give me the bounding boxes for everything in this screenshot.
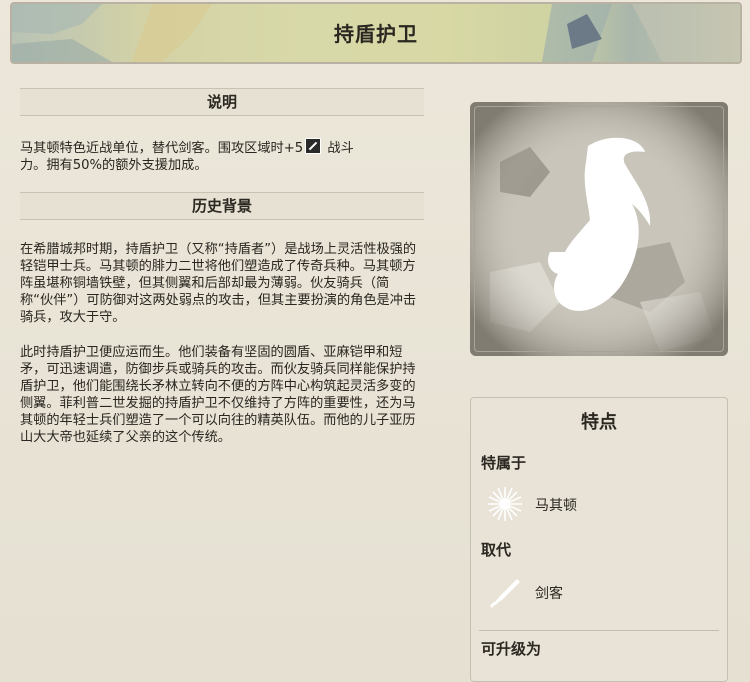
strength-icon (305, 138, 322, 154)
description-line1: 马其顿特色近战单位，替代剑客。围攻区域时+5 (20, 141, 304, 156)
traits-title: 特点 (581, 412, 617, 433)
replaces-unit-link[interactable]: 剑客 (535, 583, 563, 603)
description-line1-end: 战斗 (327, 141, 354, 156)
page-title: 持盾护卫 (334, 22, 418, 46)
swordsman-icon[interactable] (487, 575, 523, 611)
portrait-frame (474, 106, 724, 352)
replaces-label: 取代 (481, 541, 512, 559)
macedon-sun-icon[interactable] (487, 486, 523, 522)
description-heading: 说明 (20, 88, 424, 116)
history-heading: 历史背景 (20, 192, 424, 220)
upgrade-label: 可升级为 (481, 640, 542, 658)
history-paragraph-1: 在希腊城邦时期，持盾护卫（又称“持盾者”）是战场上灵活性极强的轻铠甲士兵。马其顿… (20, 242, 417, 325)
civilopedia-page: 持盾护卫 说明 马其顿特色近战单位，替代剑客。围攻区域时+5 战斗 力。拥有50… (0, 0, 750, 682)
divider (479, 630, 719, 631)
description-text: 马其顿特色近战单位，替代剑客。围攻区域时+5 战斗 力。拥有50%的额外支援加成… (20, 138, 420, 174)
description-line2: 力。拥有50%的额外支援加成。 (20, 158, 208, 173)
traits-panel: 特点 特属于 马其顿 取代 剑客 可升级为 (470, 397, 728, 682)
exclusive-civ-link[interactable]: 马其顿 (535, 495, 577, 515)
exclusive-label: 特属于 (481, 454, 527, 472)
title-banner: 持盾护卫 (10, 2, 742, 64)
history-paragraph-2: 此时持盾护卫便应运而生。他们装备有坚固的圆盾、亚麻铠甲和短矛，可迅速调遣，防御步… (20, 345, 416, 445)
